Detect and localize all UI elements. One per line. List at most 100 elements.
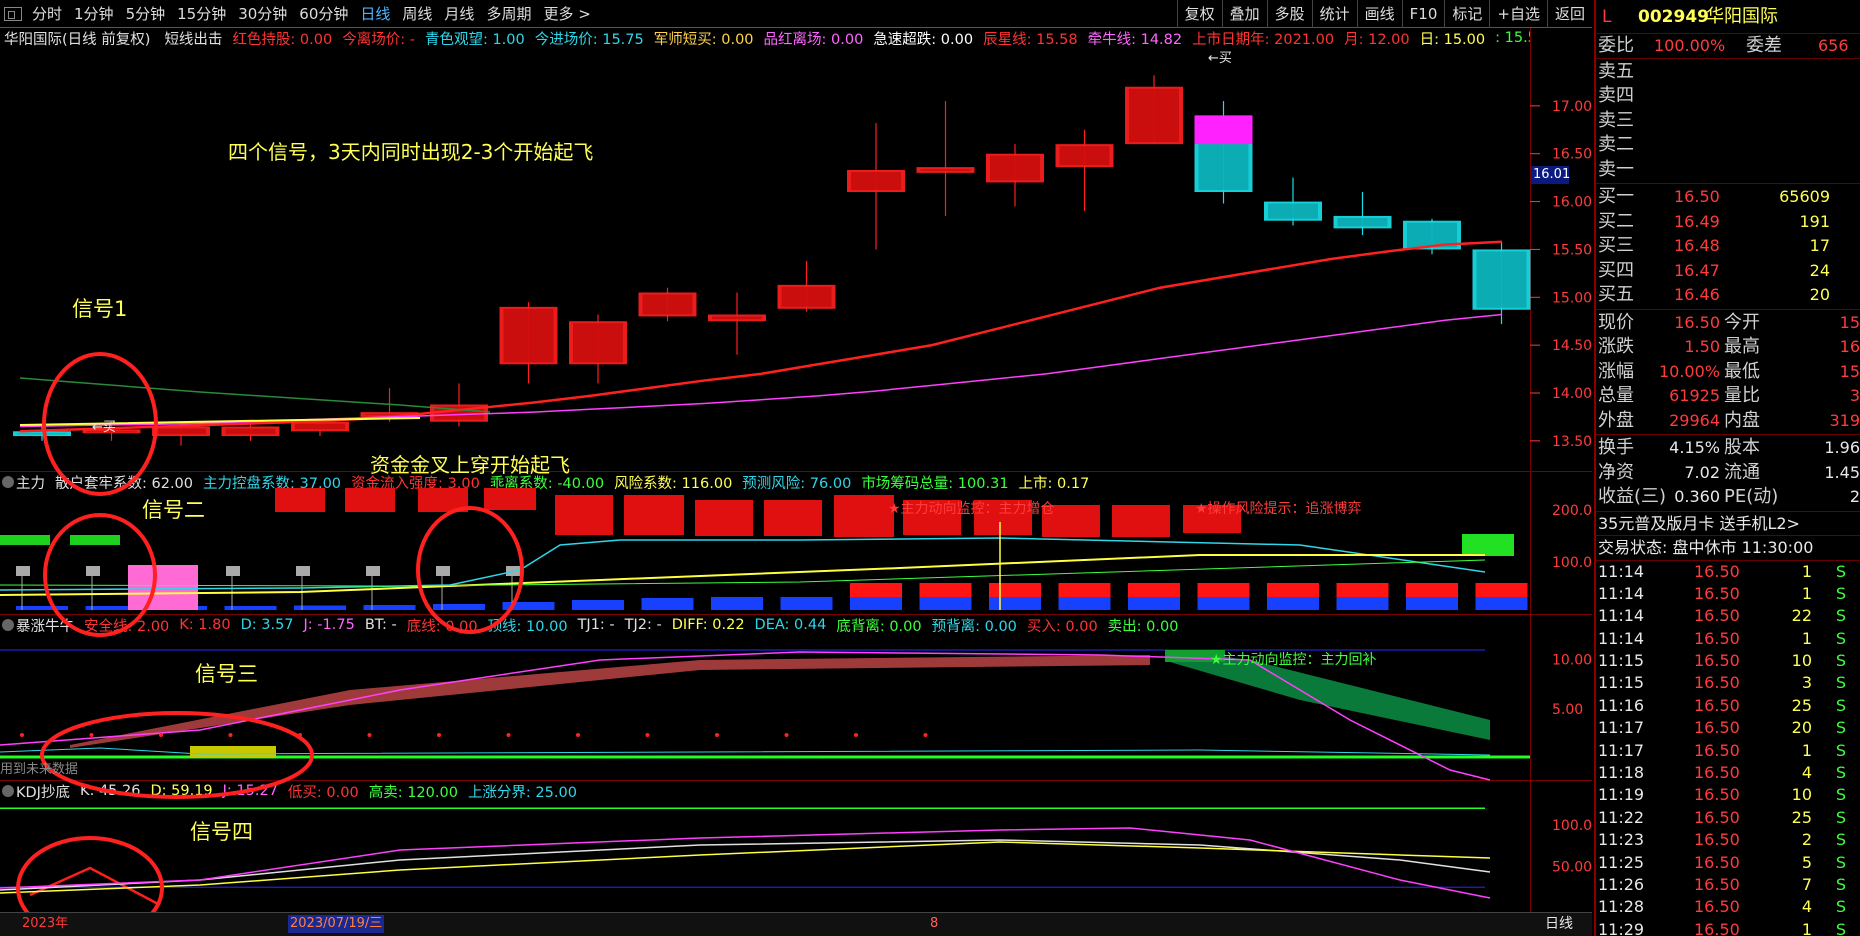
buy-row[interactable]: 买二 16.49 191	[1596, 210, 1860, 235]
sell-row[interactable]: 卖四	[1596, 84, 1860, 109]
stat-value: 16	[1839, 337, 1860, 356]
buy-row[interactable]: 买三 16.48 17	[1596, 234, 1860, 259]
stat-label: 今开	[1724, 311, 1760, 333]
stat-label: 股本	[1724, 437, 1760, 458]
baozhang-dot	[576, 733, 580, 737]
stat-label: 涨跌	[1598, 336, 1634, 357]
sell-orders: 卖五 卖四 卖三卖二卖一	[1596, 59, 1860, 184]
buy-row[interactable]: 买一 16.50 65609	[1596, 185, 1860, 210]
zhuli-bar-red	[1336, 583, 1389, 597]
tick-time: 11:15	[1598, 673, 1645, 693]
zhuli-green-block	[0, 535, 50, 545]
axis-tick-label: 15.00	[1552, 290, 1592, 306]
axis-tick-label: 17.00	[1552, 99, 1592, 115]
zhuli-block	[345, 488, 395, 512]
tick-row: 11:26 16.50 7 S	[1596, 874, 1860, 896]
baozhang-dot	[715, 733, 719, 737]
stat-row: 外盘 29964 内盘 319	[1596, 409, 1860, 434]
stat-row: 净资 7.02 流通 1.45	[1596, 461, 1860, 486]
sell-label: 卖三	[1598, 109, 1634, 131]
tick-row: 11:14 16.50 1 S	[1596, 628, 1860, 650]
tick-side: S	[1835, 628, 1846, 648]
tick-row: 11:22 16.50 25 S	[1596, 807, 1860, 829]
stat-value: 15	[1839, 312, 1860, 332]
risk-note: ★操作风险提示：追涨博弈	[1195, 501, 1362, 517]
axis-tick-label: 100.0	[1552, 555, 1592, 571]
quote-stats-2: 换手 4.15% 股本 1.96 净资 7.02 流通 1.45 收益(三) 0.360 PE(动)…	[1596, 435, 1860, 512]
tick-list: 11:14 16.50 1 S 11:14 16.50 1 S 11:14 16.50 22 S 11:…	[1596, 561, 1860, 936]
tick-volume: 2	[1801, 830, 1812, 850]
zhuli-marker	[226, 566, 240, 576]
buy-row[interactable]: 买五 16.46 20	[1596, 283, 1860, 308]
tick-volume: 4	[1801, 763, 1812, 783]
axis-tick-label: 14.50	[1552, 338, 1592, 354]
axis-tick-label: 13.50	[1552, 434, 1592, 450]
tick-price: 16.50	[1694, 606, 1740, 626]
tick-row: 11:14 16.50 22 S	[1596, 605, 1860, 627]
cursor-date[interactable]: 2023/07/19/三	[288, 915, 385, 933]
baozhang-dot	[854, 733, 858, 737]
buy-volume: 20	[1809, 285, 1830, 304]
tick-row: 11:25 16.50 5 S	[1596, 852, 1860, 874]
stat-value: 15	[1839, 361, 1860, 381]
stat-value: 61925	[1669, 386, 1720, 405]
sell-label: 卖一	[1598, 158, 1634, 180]
buy-row[interactable]: 买四 16.47 24	[1596, 259, 1860, 284]
tick-side: S	[1835, 695, 1846, 715]
sell-row[interactable]: 卖二	[1596, 133, 1860, 158]
kline-chart[interactable]: 17.00 16.50 16.00 15.50 15.00 14.50 14.00 13.50…	[0, 0, 1592, 912]
zhuli-bar	[711, 597, 763, 610]
tick-time: 11:15	[1598, 651, 1645, 671]
tick-row: 11:17 16.50 1 S	[1596, 740, 1860, 762]
quote-stats: 现价 16.50 今开 15 涨跌 1.50 最高 16 涨幅 10.00% 最低 15 总量 61925…	[1596, 310, 1860, 435]
zhuli-bar	[641, 598, 694, 610]
buy-label: 买三	[1598, 235, 1634, 256]
candle-body-shade	[642, 294, 693, 315]
zhuli-line	[0, 559, 1486, 587]
baozhang-dot	[923, 733, 928, 737]
month-mark: 8	[930, 916, 939, 931]
buy-label: 买二	[1598, 210, 1634, 232]
signal4-label: 信号四	[190, 820, 253, 844]
stat-value: 2	[1849, 487, 1860, 506]
zhuli-green-block	[70, 535, 120, 545]
buy-label: 买四	[1598, 259, 1634, 281]
buy-marker: ←买	[1208, 51, 1232, 66]
wc-label: 委差	[1746, 35, 1782, 56]
buy-price: 16.49	[1674, 211, 1720, 231]
sell-row[interactable]: 卖五	[1596, 60, 1860, 85]
tick-time: 11:22	[1598, 807, 1645, 827]
baozhang-dot	[506, 733, 511, 737]
candle-body-shade	[17, 433, 67, 435]
trend-line	[19, 377, 491, 413]
tick-time: 11:25	[1598, 852, 1645, 872]
tick-time: 11:17	[1598, 718, 1645, 738]
tick-time: 11:29	[1598, 919, 1645, 936]
zhuli-block	[555, 495, 613, 535]
sell-row[interactable]: 卖一	[1596, 158, 1860, 183]
tick-row: 11:14 16.50 1 S	[1596, 561, 1860, 583]
zhuli-marker	[86, 566, 100, 576]
tick-price: 16.50	[1694, 740, 1740, 760]
zhuli-bar	[1406, 596, 1458, 610]
stat-row: 收益(三) 0.360 PE(动) 2	[1596, 485, 1860, 510]
stat-value: 0.360	[1674, 487, 1720, 506]
tick-volume: 5	[1801, 852, 1812, 872]
stat-row: 总量 61925 量比 3	[1596, 384, 1860, 409]
tick-row: 11:18 16.50 4 S	[1596, 762, 1860, 784]
baozhang-dot	[784, 733, 789, 737]
zhuli-block	[695, 500, 753, 536]
price-marker: 16.01	[1531, 166, 1571, 184]
zhuli-bar	[16, 606, 68, 610]
sell-row[interactable]: 卖三	[1596, 109, 1860, 134]
stock-name: 华阳国际	[1706, 6, 1778, 27]
sell-label: 卖二	[1598, 134, 1634, 155]
baozhang-dot	[159, 733, 163, 737]
axis-tick-label: 5.00	[1552, 702, 1583, 718]
tick-time: 11:28	[1598, 897, 1645, 917]
tick-row: 11:15 16.50 10 S	[1596, 650, 1860, 672]
stat-label: 流通	[1724, 461, 1760, 483]
promo-link[interactable]: 35元普及版月卡 送手机L2>	[1596, 512, 1860, 536]
stat-value: 1.45	[1824, 462, 1860, 482]
zhuli-bar	[1475, 597, 1528, 610]
